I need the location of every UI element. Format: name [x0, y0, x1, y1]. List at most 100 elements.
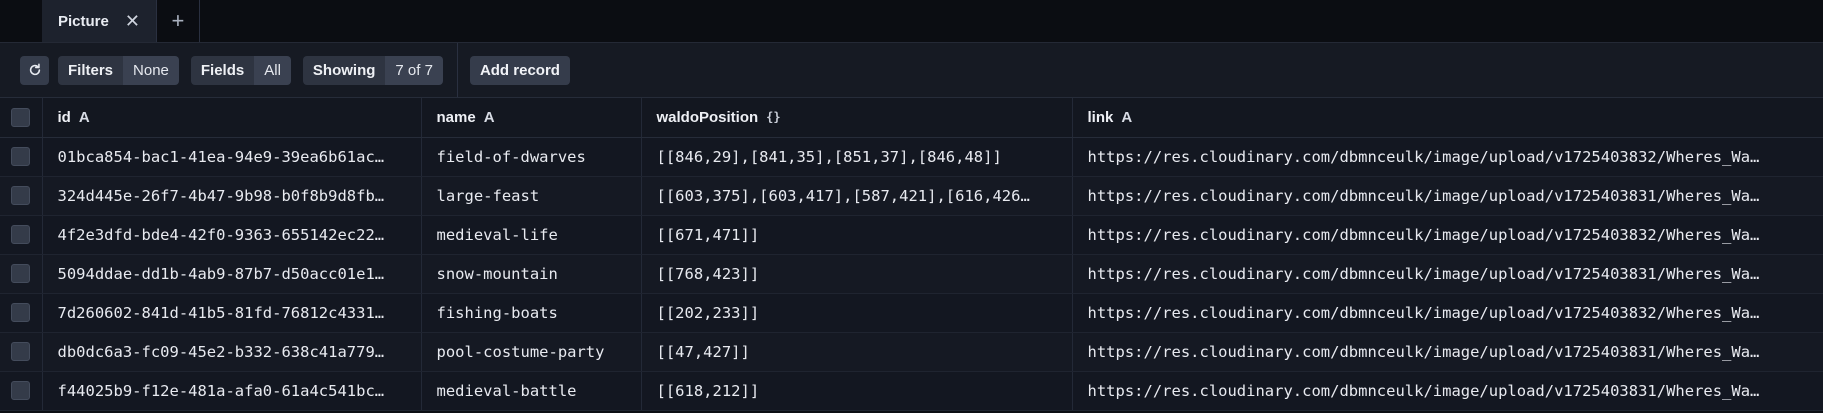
cell-waldoposition[interactable]: [[618,212]]: [641, 371, 1073, 411]
column-label: link: [1087, 108, 1114, 126]
text-type-icon: A: [78, 108, 90, 126]
cell-link[interactable]: https://res.cloudinary.com/dbmnceulk/ima…: [1072, 332, 1823, 372]
records-table: id A name A waldoPosition {} link A 01bca854…: [0, 98, 1823, 411]
column-label: name: [436, 108, 476, 126]
cell-link[interactable]: https://res.cloudinary.com/dbmnceulk/ima…: [1072, 176, 1823, 216]
cell-waldoposition[interactable]: [[671,471]]: [641, 215, 1073, 255]
column-header-link[interactable]: link A: [1072, 98, 1823, 138]
cell-text: [[618,212]]: [656, 381, 760, 400]
cell-id[interactable]: f44025b9-f12e-481a-afa0-61a4c541bc…: [42, 371, 422, 411]
cell-link[interactable]: https://res.cloudinary.com/dbmnceulk/ima…: [1072, 371, 1823, 411]
filters-button[interactable]: Filters None: [58, 55, 179, 85]
cell-name[interactable]: pool-costume-party: [421, 332, 642, 372]
text-type-icon: A: [483, 108, 495, 126]
close-icon[interactable]: ✕: [125, 12, 140, 30]
cell-name[interactable]: field-of-dwarves: [421, 137, 642, 177]
column-header-id[interactable]: id A: [42, 98, 422, 138]
cell-text: [[671,471]]: [656, 225, 760, 244]
row-checkbox[interactable]: [11, 264, 31, 283]
cell-link[interactable]: https://res.cloudinary.com/dbmnceulk/ima…: [1072, 293, 1823, 333]
row-checkbox[interactable]: [11, 342, 31, 361]
row-select-cell: [0, 293, 43, 333]
row-select-cell: [0, 137, 43, 177]
json-type-icon: {}: [766, 110, 781, 125]
row-select-cell: [0, 176, 43, 216]
cell-name[interactable]: snow-mountain: [421, 254, 642, 294]
cell-waldoposition[interactable]: [[846,29],[841,35],[851,37],[846,48]]: [641, 137, 1073, 177]
table-row[interactable]: 7d260602-841d-41b5-81fd-76812c4331… fish…: [0, 293, 1823, 333]
filters-value: None: [123, 55, 179, 85]
cell-id[interactable]: db0dc6a3-fc09-45e2-b332-638c41a779…: [42, 332, 422, 372]
cell-waldoposition[interactable]: [[768,423]]: [641, 254, 1073, 294]
row-checkbox[interactable]: [11, 381, 31, 400]
toolbar: Filters None Fields All Showing 7 of 7 A…: [0, 43, 1823, 98]
cell-name[interactable]: large-feast: [421, 176, 642, 216]
cell-link[interactable]: https://res.cloudinary.com/dbmnceulk/ima…: [1072, 254, 1823, 294]
cell-text: [[603,375],[603,417],[587,421],[616,426…: [656, 186, 1030, 205]
row-checkbox[interactable]: [11, 186, 31, 205]
select-all-checkbox[interactable]: [11, 107, 31, 127]
fields-label: Fields: [190, 55, 255, 85]
cell-text: pool-costume-party: [436, 342, 605, 361]
cell-text: snow-mountain: [436, 264, 558, 283]
refresh-icon: [29, 63, 40, 76]
cell-text: [[846,29],[841,35],[851,37],[846,48]]: [656, 147, 1002, 166]
cell-waldoposition[interactable]: [[202,233]]: [641, 293, 1073, 333]
fields-value: All: [254, 55, 291, 85]
cell-text: 7d260602-841d-41b5-81fd-76812c4331…: [57, 303, 385, 322]
cell-id[interactable]: 01bca854-bac1-41ea-94e9-39ea6b61ac…: [42, 137, 422, 177]
row-checkbox[interactable]: [11, 147, 31, 166]
toolbar-divider: [456, 43, 458, 97]
showing-button[interactable]: Showing 7 of 7: [302, 55, 443, 85]
cell-id[interactable]: 4f2e3dfd-bde4-42f0-9363-655142ec22…: [42, 215, 422, 255]
table-row[interactable]: 4f2e3dfd-bde4-42f0-9363-655142ec22… medi…: [0, 215, 1823, 255]
cell-text: fishing-boats: [436, 303, 558, 322]
showing-label: Showing: [302, 55, 386, 85]
cell-text: 5094ddae-dd1b-4ab9-87b7-d50acc01e1…: [57, 264, 385, 283]
cell-text: [[768,423]]: [656, 264, 760, 283]
cell-text: https://res.cloudinary.com/dbmnceulk/ima…: [1087, 381, 1760, 400]
row-checkbox[interactable]: [11, 225, 31, 244]
add-record-button[interactable]: Add record: [469, 55, 570, 85]
cell-text: https://res.cloudinary.com/dbmnceulk/ima…: [1087, 147, 1760, 166]
table-row[interactable]: 01bca854-bac1-41ea-94e9-39ea6b61ac… fiel…: [0, 137, 1823, 177]
cell-id[interactable]: 7d260602-841d-41b5-81fd-76812c4331…: [42, 293, 422, 333]
fields-button[interactable]: Fields All: [190, 55, 291, 85]
cell-text: https://res.cloudinary.com/dbmnceulk/ima…: [1087, 186, 1760, 205]
cell-name[interactable]: fishing-boats: [421, 293, 642, 333]
cell-waldoposition[interactable]: [[603,375],[603,417],[587,421],[616,426…: [641, 176, 1073, 216]
cell-link[interactable]: https://res.cloudinary.com/dbmnceulk/ima…: [1072, 215, 1823, 255]
cell-text: db0dc6a3-fc09-45e2-b332-638c41a779…: [57, 342, 385, 361]
row-select-cell: [0, 371, 43, 411]
table-row[interactable]: f44025b9-f12e-481a-afa0-61a4c541bc… medi…: [0, 371, 1823, 411]
cell-text: https://res.cloudinary.com/dbmnceulk/ima…: [1087, 342, 1760, 361]
tab-picture[interactable]: Picture ✕: [42, 0, 157, 42]
table-row[interactable]: 324d445e-26f7-4b47-9b98-b0f8b9d8fb… larg…: [0, 176, 1823, 216]
showing-value: 7 of 7: [385, 55, 443, 85]
filters-label: Filters: [58, 55, 124, 85]
cell-text: 4f2e3dfd-bde4-42f0-9363-655142ec22…: [57, 225, 385, 244]
cell-waldoposition[interactable]: [[47,427]]: [641, 332, 1073, 372]
cell-text: 01bca854-bac1-41ea-94e9-39ea6b61ac…: [57, 147, 385, 166]
column-header-name[interactable]: name A: [421, 98, 642, 138]
cell-text: https://res.cloudinary.com/dbmnceulk/ima…: [1087, 264, 1760, 283]
column-label: id: [57, 108, 71, 126]
plus-icon[interactable]: +: [157, 0, 200, 42]
cell-text: f44025b9-f12e-481a-afa0-61a4c541bc…: [57, 381, 385, 400]
tab-label: Picture: [58, 12, 109, 30]
cell-name[interactable]: medieval-life: [421, 215, 642, 255]
column-header-waldoposition[interactable]: waldoPosition {}: [641, 98, 1073, 138]
table-row[interactable]: db0dc6a3-fc09-45e2-b332-638c41a779… pool…: [0, 332, 1823, 372]
column-label: waldoPosition: [656, 108, 759, 126]
cell-id[interactable]: 5094ddae-dd1b-4ab9-87b7-d50acc01e1…: [42, 254, 422, 294]
refresh-button[interactable]: [20, 55, 49, 85]
row-checkbox[interactable]: [11, 303, 31, 322]
cell-name[interactable]: medieval-battle: [421, 371, 642, 411]
cell-text: https://res.cloudinary.com/dbmnceulk/ima…: [1087, 303, 1760, 322]
cell-id[interactable]: 324d445e-26f7-4b47-9b98-b0f8b9d8fb…: [42, 176, 422, 216]
table-row[interactable]: 5094ddae-dd1b-4ab9-87b7-d50acc01e1… snow…: [0, 254, 1823, 294]
cell-link[interactable]: https://res.cloudinary.com/dbmnceulk/ima…: [1072, 137, 1823, 177]
table-header: id A name A waldoPosition {} link A: [0, 98, 1823, 138]
cell-text: 324d445e-26f7-4b47-9b98-b0f8b9d8fb…: [57, 186, 385, 205]
select-all-cell: [0, 98, 43, 138]
